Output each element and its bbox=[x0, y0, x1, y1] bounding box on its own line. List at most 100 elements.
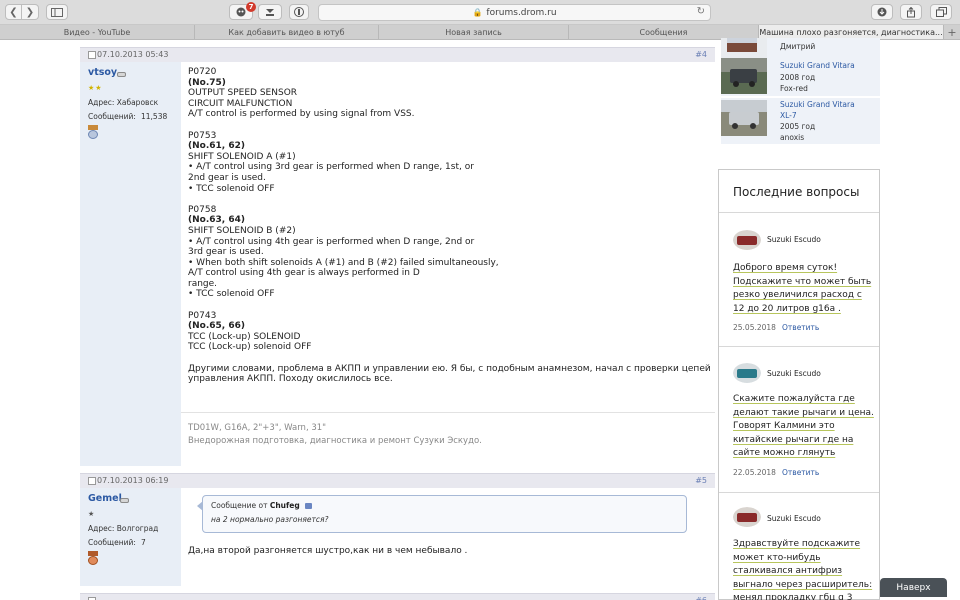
car-list-item[interactable]: Suzuki Grand Vitara 2008 год Fox-red bbox=[721, 58, 880, 96]
question-link[interactable]: Доброго время суток! Подскажите что може… bbox=[733, 262, 871, 316]
medal-icon bbox=[88, 125, 98, 139]
post-line: P0753 bbox=[188, 130, 217, 141]
post-signature: TD01W, G16A, 2"+3", Warn, 31" Внедорожна… bbox=[181, 412, 715, 466]
post-line: • TCC solenoid OFF bbox=[188, 183, 275, 194]
car-name-link[interactable]: XL-7 bbox=[780, 111, 797, 120]
reply-link[interactable]: Ответить bbox=[782, 323, 819, 332]
reply-link[interactable]: Ответить bbox=[782, 468, 819, 477]
plus-icon: + bbox=[947, 25, 957, 39]
post-header: 07.10.2013 05:43 #4 bbox=[80, 47, 715, 62]
pocket-button[interactable] bbox=[258, 4, 282, 20]
author-messages-count: 7 bbox=[141, 538, 146, 547]
post-date: 07.10.2013 05:43 bbox=[97, 50, 169, 59]
signature-line: Внедорожная подготовка, диагностика и ре… bbox=[188, 436, 482, 446]
car-owner: Дмитрий bbox=[780, 42, 816, 51]
url-text: forums.drom.ru bbox=[486, 7, 557, 18]
tab-youtube[interactable]: Видео - YouTube bbox=[0, 25, 195, 39]
post-line: P0758 bbox=[188, 204, 217, 215]
chevron-right-icon: ❯ bbox=[25, 6, 35, 18]
show-tabs-button[interactable] bbox=[930, 4, 952, 20]
post-checkbox[interactable] bbox=[88, 51, 96, 59]
ghostery-icon bbox=[236, 7, 246, 17]
quote-text: на 2 нормально разгоняется? bbox=[211, 515, 329, 524]
forward-button[interactable]: ❯ bbox=[22, 4, 39, 20]
tab-youtube-howto[interactable]: Как добавить видео в ютуб bbox=[195, 25, 379, 39]
author-address: Адрес: Волгоград bbox=[88, 524, 159, 533]
question-date: 25.05.2018 bbox=[733, 323, 776, 332]
question-link[interactable]: Скажите пожалуйста где делают такие рыча… bbox=[733, 393, 874, 461]
post-line: (No.65, 66) bbox=[188, 321, 245, 332]
post-number-link[interactable]: #4 bbox=[695, 50, 707, 59]
download-arrow-icon bbox=[266, 9, 274, 16]
tab-label: Машина плохо разгоняется, диагностика... bbox=[759, 27, 943, 37]
question-line: Здравствуйте подскажите bbox=[733, 539, 861, 549]
car-name-link[interactable]: Suzuki Grand Vitara bbox=[780, 61, 855, 70]
question-line: китайские рычаги где на bbox=[733, 434, 854, 445]
question-line: менял прокладку гбц g 3 bbox=[733, 593, 853, 600]
post-checkbox[interactable] bbox=[88, 477, 96, 485]
post-line: OUTPUT SPEED SENSOR bbox=[188, 88, 298, 99]
notification-badge: 7 bbox=[246, 2, 256, 12]
question-link[interactable]: Здравствуйте подскажите может кто-нибудь… bbox=[733, 538, 872, 600]
post-line: (No.63, 64) bbox=[188, 215, 245, 226]
post-line: SHIFT SOLENOID A (#1) bbox=[188, 151, 296, 162]
view-post-icon[interactable] bbox=[305, 503, 313, 509]
quote-from-label: Сообщение от bbox=[211, 501, 268, 510]
share-button[interactable] bbox=[900, 4, 922, 20]
car-photo bbox=[721, 100, 767, 136]
browser-toolbar: ❮ ❯ 7 🔒 forums.drom.ru ↻ bbox=[0, 0, 960, 25]
car-list-item[interactable]: Suzuki Grand Vitara XL-7 2005 год anoxis bbox=[721, 98, 880, 144]
reload-icon[interactable]: ↻ bbox=[697, 6, 705, 17]
back-button[interactable]: ❮ bbox=[5, 4, 22, 20]
tab-messages[interactable]: Сообщения bbox=[569, 25, 759, 39]
post-line: • When both shift solenoids A (#1) and B… bbox=[188, 257, 499, 268]
post-header: #6 bbox=[80, 593, 715, 600]
post-number-link[interactable]: #5 bbox=[695, 476, 707, 485]
question-line: Говорят Калмини это bbox=[733, 421, 835, 431]
author-name-link[interactable]: vtsoy bbox=[88, 67, 117, 78]
post-line: P0720 bbox=[188, 67, 217, 77]
post-line: A/T control is performed by using signal… bbox=[188, 109, 415, 120]
sidebar-toggle-button[interactable] bbox=[46, 4, 68, 20]
question-item: Suzuki Escudo Здравствуйте подскажите мо… bbox=[719, 492, 879, 600]
tab-label: Сообщения bbox=[639, 27, 688, 37]
new-tab-button[interactable]: + bbox=[944, 25, 960, 39]
back-to-top-button[interactable]: Наверх bbox=[880, 578, 947, 597]
post-line: • TCC solenoid OFF bbox=[188, 289, 275, 300]
post-line: P0743 bbox=[188, 310, 217, 321]
post-line: (No.61, 62) bbox=[188, 141, 245, 152]
car-photo bbox=[721, 58, 767, 94]
question-car: Suzuki Escudo bbox=[767, 514, 821, 523]
question-line: Подскажите что может быть bbox=[733, 276, 872, 287]
post-line: • A/T control using 3rd gear is performe… bbox=[188, 162, 474, 173]
sidebar-icon bbox=[51, 7, 63, 17]
post-line: TCC (Lock-up) SOLENOID bbox=[188, 331, 301, 342]
author-messages-label: Сообщений: bbox=[88, 112, 136, 121]
question-line: может кто-нибудь bbox=[733, 552, 821, 563]
latest-questions-title: Последние вопросы bbox=[733, 185, 860, 199]
tab-forum-thread[interactable]: Машина плохо разгоняется, диагностика... bbox=[759, 25, 944, 39]
tab-new-entry[interactable]: Новая запись bbox=[379, 25, 569, 39]
car-owner: Fox-red bbox=[780, 84, 808, 93]
question-line: 12 до 20 литров g16a . bbox=[733, 303, 841, 314]
post-line: Другими словами, проблема в АКПП и управ… bbox=[188, 363, 711, 374]
car-icon bbox=[117, 72, 126, 77]
car-year: 2008 год bbox=[780, 73, 816, 82]
post-date: 07.10.2013 06:19 bbox=[97, 476, 169, 485]
tab-label: Видео - YouTube bbox=[63, 27, 131, 37]
question-line: делают такие рычаги и цена. bbox=[733, 407, 874, 418]
downloads-button[interactable] bbox=[871, 4, 893, 20]
post-line: 2nd gear is used. bbox=[188, 172, 266, 183]
question-item: Suzuki Escudo Доброго время суток! Подск… bbox=[719, 212, 879, 346]
post-number-link[interactable]: #6 bbox=[695, 596, 707, 600]
car-name-link[interactable]: Suzuki Grand Vitara bbox=[780, 100, 855, 109]
author-name-link[interactable]: Gemel bbox=[88, 493, 122, 504]
question-car: Suzuki Escudo bbox=[767, 235, 821, 244]
question-line: сталкивался антифриз bbox=[733, 566, 843, 576]
quote-header: Сообщение от Chufeg bbox=[211, 501, 313, 512]
author-messages-count: 11,538 bbox=[141, 112, 168, 121]
question-line: Доброго время суток! bbox=[733, 263, 838, 273]
privacy-button[interactable] bbox=[289, 4, 309, 20]
post-author-panel: Gemel ★ Адрес: Волгоград Сообщений: 7 bbox=[80, 488, 181, 586]
address-bar[interactable]: 🔒 forums.drom.ru ↻ bbox=[318, 4, 711, 21]
